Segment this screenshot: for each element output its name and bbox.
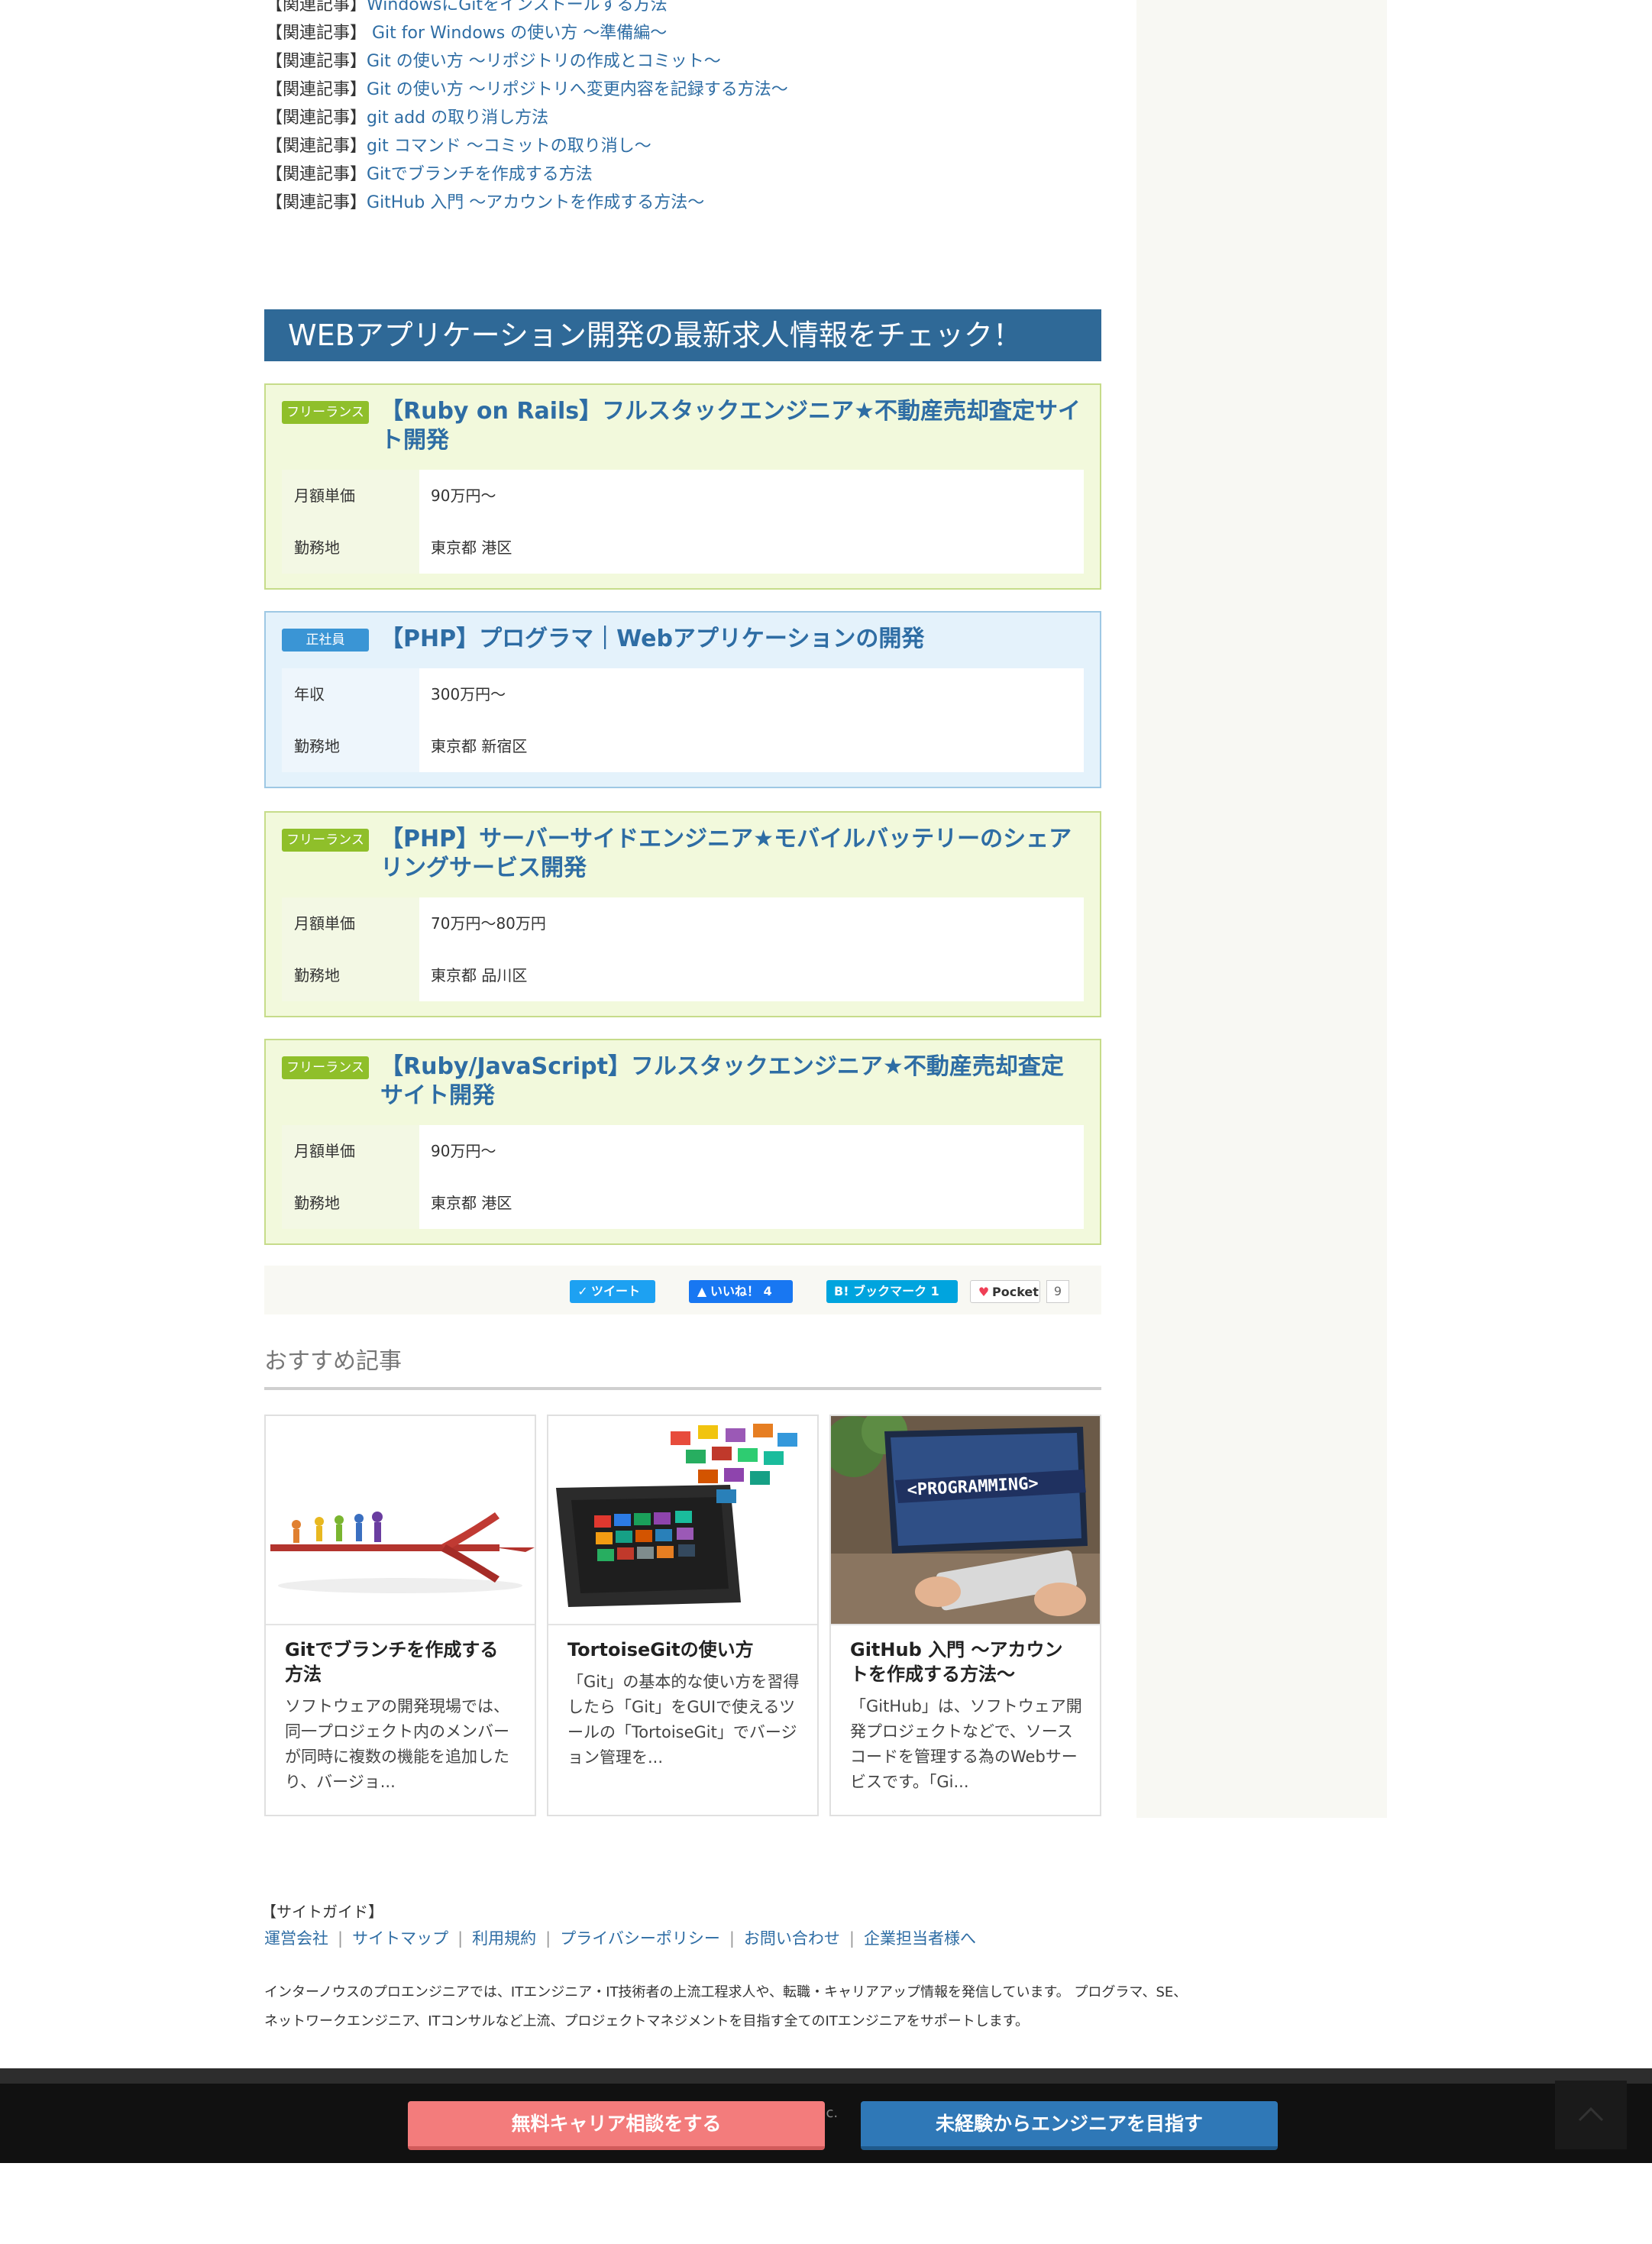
footer-description: インターノウスのプロエンジニアでは、ITエンジニア・IT技術者の上流工程求人や、… [264, 1984, 1188, 2029]
job-title[interactable]: 【PHP】サーバーサイドエンジニア★モバイルバッテリーのシェアリングサービス開発 [380, 825, 1083, 883]
fulltime-badge: 正社員 [282, 629, 369, 652]
related-article-link[interactable]: GitHub 入門 ～アカウントを作成する方法～ [367, 193, 704, 212]
job-label: 勤務地 [282, 949, 419, 1001]
related-article-link[interactable]: git コマンド ～コミットの取り消し～ [367, 137, 651, 156]
recommended-card[interactable]: <PROGRAMMING> GitHub 入門 ～アカウントを作成する方法～ 「… [829, 1415, 1101, 1816]
job-label: 年収 [282, 668, 419, 720]
card-title[interactable]: TortoiseGitの使い方 [567, 1638, 797, 1662]
site-guide-links: 運営会社 | サイトマップ | 利用規約 | プライバシーポリシー | お問い合わせ | 企業担当者… [264, 1929, 976, 1948]
job-label: 月額単価 [282, 897, 419, 949]
card-title[interactable]: Gitでブランチを作成する方法 [285, 1638, 514, 1686]
footer-link-company[interactable]: 運営会社 [264, 1929, 328, 1948]
freelance-badge: フリーランス [282, 1056, 369, 1079]
footer-link-contact[interactable]: お問い合わせ [744, 1929, 840, 1948]
recommended-card[interactable]: TortoiseGitの使い方 「Git」の基本的な使い方を習得したら「Git」… [547, 1415, 819, 1816]
job-label: 月額単価 [282, 1125, 419, 1177]
related-article-link[interactable]: Git for Windows の使い方 ～準備編～ [367, 24, 667, 43]
freelance-badge: フリーランス [282, 829, 369, 852]
recommended-card[interactable]: Gitでブランチを作成する方法 ソフトウェアの開発現場では、同一プロジェクト内の… [264, 1415, 536, 1816]
job-title[interactable]: 【Ruby on Rails】フルスタックエンジニア★不動産売却査定サイト開発 [380, 397, 1083, 455]
job-details: 月額単価 90万円～ 勤務地 東京都 港区 [282, 470, 1084, 574]
twitter-bird-icon: ✓ [577, 1284, 588, 1298]
footer-link-sitemap[interactable]: サイトマップ [352, 1929, 448, 1948]
pocket-count: 9 [1046, 1280, 1069, 1303]
card-thumbnail [266, 1416, 535, 1625]
job-card[interactable]: 正社員 【PHP】プログラマ｜Webアプリケーションの開発 年収 300万円～ 勤… [264, 611, 1101, 788]
hatena-bookmark-button[interactable]: B! ブックマーク 1 [826, 1280, 958, 1303]
card-thumbnail: <PROGRAMMING> [831, 1416, 1100, 1625]
right-sidebar [1136, 0, 1387, 1818]
job-card[interactable]: フリーランス 【Ruby/JavaScript】フルスタックエンジニア★不動産売… [264, 1039, 1101, 1245]
job-card[interactable]: フリーランス 【PHP】サーバーサイドエンジニア★モバイルバッテリーのシェアリン… [264, 811, 1101, 1017]
page-bottom [0, 2163, 1652, 2244]
chevron-up-icon [1578, 2107, 1604, 2122]
job-value: 東京都 港区 [431, 1194, 512, 1212]
job-details: 月額単価 90万円～ 勤務地 東京都 港区 [282, 1125, 1084, 1229]
job-value: 東京都 港区 [431, 538, 512, 557]
related-article[interactable]: 【関連記事】Git の使い方 ～リポジトリの作成とコミット～ [266, 47, 1106, 76]
site-guide-title: 【サイトガイド】 [261, 1903, 383, 1921]
card-description: 「Git」の基本的な使い方を習得したら「Git」をGUIで使えるツールの「Tor… [567, 1673, 800, 1767]
job-card[interactable]: フリーランス 【Ruby on Rails】フルスタックエンジニア★不動産売却査… [264, 383, 1101, 590]
footer-link-privacy[interactable]: プライバシーポリシー [560, 1929, 720, 1948]
page-top-button[interactable] [1555, 2081, 1627, 2149]
related-article[interactable]: 【関連記事】Git の使い方 ～リポジトリへ変更内容を記録する方法～ [266, 76, 1106, 104]
tweet-button[interactable]: ✓ ツイート [570, 1280, 655, 1303]
recommended-heading: おすすめ記事 [264, 1343, 1101, 1390]
job-label: 月額単価 [282, 470, 419, 522]
job-details: 年収 300万円～ 勤務地 東京都 新宿区 [282, 668, 1084, 772]
job-details: 月額単価 70万円～80万円 勤務地 東京都 品川区 [282, 897, 1084, 1001]
related-article[interactable]: 【関連記事】WindowsにGitをインストールする方法 [266, 0, 1106, 19]
pocket-icon: ♥ [978, 1285, 990, 1299]
job-value: 90万円～ [431, 487, 496, 505]
freelance-badge: フリーランス [282, 401, 369, 424]
related-article[interactable]: 【関連記事】git コマンド ～コミットの取り消し～ [266, 132, 1106, 160]
job-label: 勤務地 [282, 720, 419, 772]
job-value: 70万円～80万円 [431, 914, 546, 933]
related-articles: 【関連記事】WindowsにGitをインストールする方法 【関連記事】 Git … [266, 0, 1106, 217]
job-value: 東京都 新宿区 [431, 737, 528, 755]
job-value: 300万円～ [431, 685, 506, 703]
card-thumbnail [548, 1416, 817, 1625]
job-title[interactable]: 【PHP】プログラマ｜Webアプリケーションの開発 [380, 625, 1083, 654]
career-consultation-button[interactable]: 無料キャリア相談をする [408, 2101, 825, 2150]
job-value: 東京都 品川区 [431, 966, 528, 985]
job-title[interactable]: 【Ruby/JavaScript】フルスタックエンジニア★不動産売却査定サイト開… [380, 1052, 1083, 1111]
related-article-link[interactable]: Git の使い方 ～リポジトリへ変更内容を記録する方法～ [367, 80, 788, 99]
facebook-like-button[interactable]: ▲ いいね！ 4 [689, 1280, 793, 1303]
card-description: ソフトウェアの開発現場では、同一プロジェクト内のメンバーが同時に複数の機能を追加… [285, 1697, 509, 1791]
card-description: 「GitHub」は、ソフトウェア開発プロジェクトなどで、ソースコードを管理する為… [850, 1697, 1082, 1791]
become-engineer-button[interactable]: 未経験からエンジニアを目指す [861, 2101, 1278, 2150]
related-article-link[interactable]: Git の使い方 ～リポジトリの作成とコミット～ [367, 52, 721, 71]
pocket-button[interactable]: ♥ Pocket [970, 1280, 1040, 1303]
related-article[interactable]: 【関連記事】GitHub 入門 ～アカウントを作成する方法～ [266, 189, 1106, 217]
job-label: 勤務地 [282, 1177, 419, 1229]
footer-link-terms[interactable]: 利用規約 [472, 1929, 536, 1948]
job-label: 勤務地 [282, 522, 419, 574]
related-article-link[interactable]: git add の取り消し方法 [367, 108, 548, 128]
share-bar: ✓ ツイート ▲ いいね！ 4 B! ブックマーク 1 ♥ Pocket 9 [264, 1266, 1101, 1314]
jobs-heading: WEBアプリケーション開発の最新求人情報をチェック！ [264, 309, 1101, 361]
related-article[interactable]: 【関連記事】git add の取り消し方法 [266, 104, 1106, 132]
related-article[interactable]: 【関連記事】 Git for Windows の使い方 ～準備編～ [266, 19, 1106, 47]
job-value: 90万円～ [431, 1142, 496, 1160]
cta-bar [0, 2084, 1652, 2163]
card-title[interactable]: GitHub 入門 ～アカウントを作成する方法～ [850, 1638, 1079, 1686]
related-article[interactable]: 【関連記事】Gitでブランチを作成する方法 [266, 160, 1106, 189]
related-article-link[interactable]: Gitでブランチを作成する方法 [367, 165, 593, 184]
footer-link-business[interactable]: 企業担当者様へ [864, 1929, 976, 1948]
thumbs-up-icon: ▲ [697, 1284, 707, 1298]
related-article-link[interactable]: WindowsにGitをインストールする方法 [367, 0, 668, 15]
